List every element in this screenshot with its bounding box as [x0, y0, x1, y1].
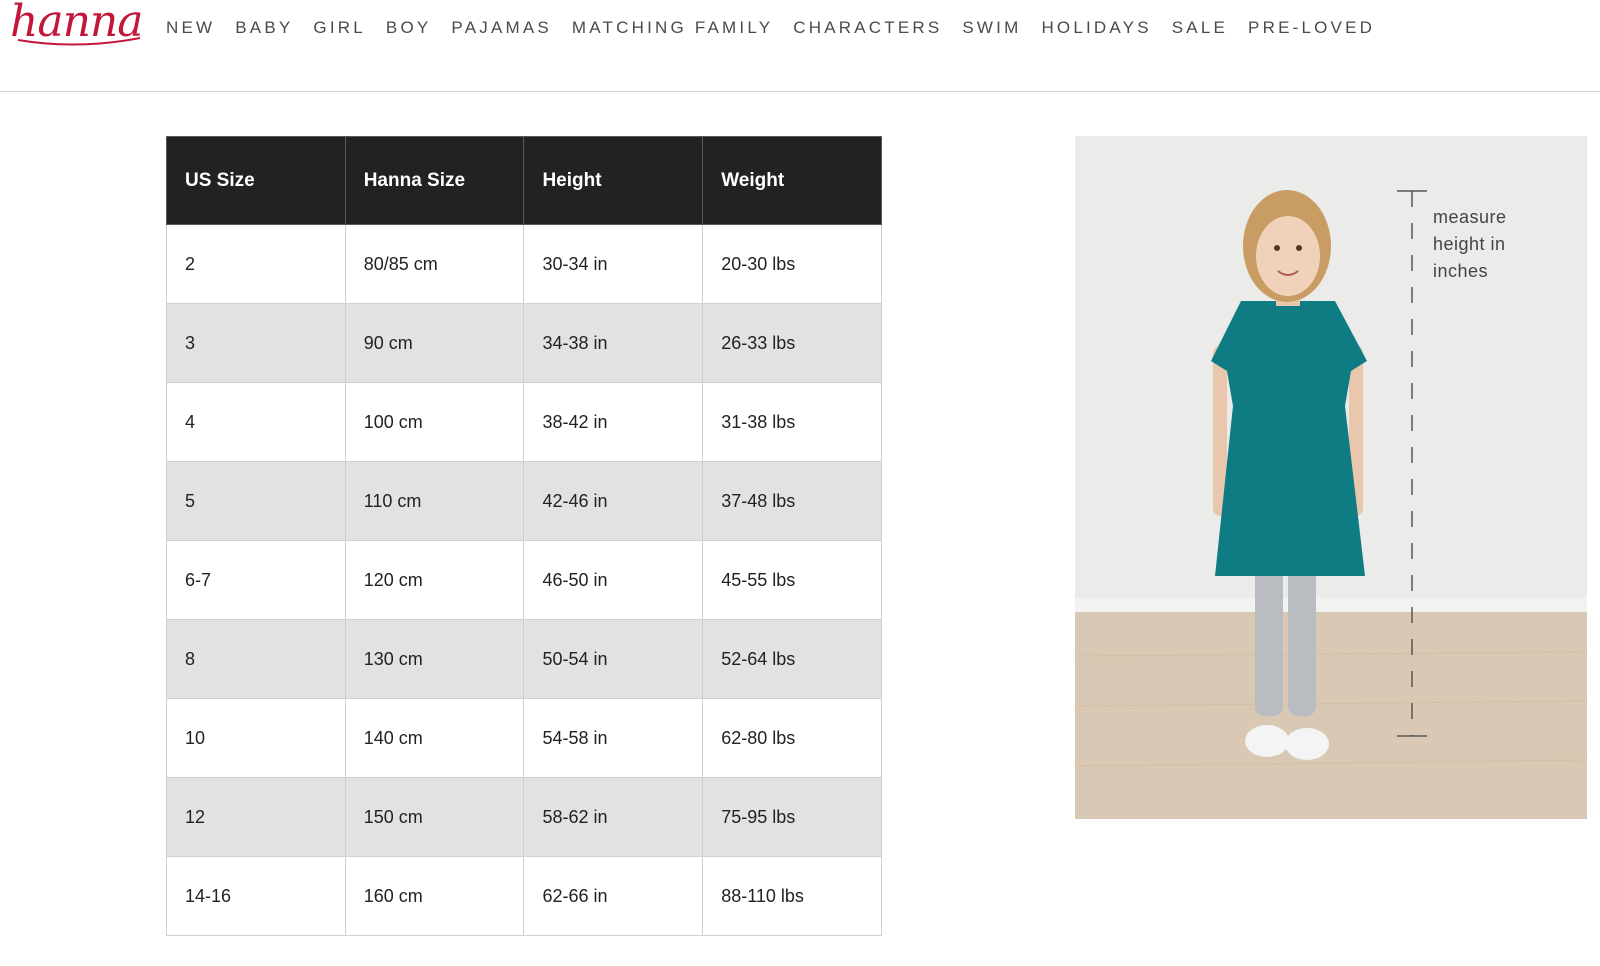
hanna-size-cell: 100 cm — [344, 382, 525, 462]
main-nav: NEW BABY GIRL BOY PAJAMAS MATCHING FAMILY CHAR… — [166, 18, 1395, 38]
measure-height-caption: measure height in inches — [1433, 207, 1507, 281]
us-size-cell: 14-16 — [166, 856, 346, 936]
hanna-size-cell: 110 cm — [344, 461, 525, 541]
height-cell: 50-54 in — [523, 619, 704, 699]
height-cell: 38-42 in — [523, 382, 704, 462]
nav-item-new[interactable]: NEW — [166, 18, 215, 38]
header-hanna-size: Hanna Size — [344, 136, 525, 225]
nav-item-pre-loved[interactable]: PRE-LOVED — [1248, 18, 1375, 38]
us-size-cell: 4 — [166, 382, 346, 462]
nav-item-pajamas[interactable]: PAJAMAS — [451, 18, 552, 38]
nav-item-characters[interactable]: CHARACTERS — [793, 18, 942, 38]
child-measurement-photo — [1075, 136, 1587, 819]
weight-cell: 75-95 lbs — [702, 777, 882, 857]
hanna-size-cell: 90 cm — [344, 303, 525, 383]
table-row: 2 80/85 cm 30-34 in 20-30 lbs — [166, 224, 882, 304]
table-row: 12 150 cm 58-62 in 75-95 lbs — [166, 777, 882, 857]
nav-item-girl[interactable]: GIRL — [313, 18, 365, 38]
us-size-cell: 10 — [166, 698, 346, 778]
header-height: Height — [523, 136, 704, 225]
us-size-cell: 5 — [166, 461, 346, 541]
hanna-size-cell: 150 cm — [344, 777, 525, 857]
table-row: 5 110 cm 42-46 in 37-48 lbs — [166, 461, 882, 541]
weight-cell: 45-55 lbs — [702, 540, 882, 620]
hanna-size-cell: 120 cm — [344, 540, 525, 620]
nav-item-boy[interactable]: BOY — [386, 18, 432, 38]
weight-cell: 26-33 lbs — [702, 303, 882, 383]
table-row: 4 100 cm 38-42 in 31-38 lbs — [166, 382, 882, 462]
hanna-size-cell: 130 cm — [344, 619, 525, 699]
height-cell: 46-50 in — [523, 540, 704, 620]
nav-item-matching-family[interactable]: MATCHING FAMILY — [572, 18, 773, 38]
height-cell: 30-34 in — [523, 224, 704, 304]
header-us-size: US Size — [166, 136, 346, 225]
nav-item-baby[interactable]: BABY — [235, 18, 293, 38]
height-cell: 42-46 in — [523, 461, 704, 541]
height-cell: 62-66 in — [523, 856, 704, 936]
height-cell: 34-38 in — [523, 303, 704, 383]
table-row: 14-16 160 cm 62-66 in 88-110 lbs — [166, 856, 882, 936]
table-row: 6-7 120 cm 46-50 in 45-55 lbs — [166, 540, 882, 620]
weight-cell: 88-110 lbs — [702, 856, 882, 936]
table-row: 10 140 cm 54-58 in 62-80 lbs — [166, 698, 882, 778]
site-header: hanna NEW BABY GIRL BOY PAJAMAS MATCHING FAMI… — [0, 0, 1600, 92]
table-row: 3 90 cm 34-38 in 26-33 lbs — [166, 303, 882, 383]
us-size-cell: 12 — [166, 777, 346, 857]
weight-cell: 52-64 lbs — [702, 619, 882, 699]
weight-cell: 62-80 lbs — [702, 698, 882, 778]
header-weight: Weight — [702, 136, 882, 225]
table-header-row: US Size Hanna Size Height Weight — [166, 136, 882, 225]
us-size-cell: 2 — [166, 224, 346, 304]
hanna-size-cell: 160 cm — [344, 856, 525, 936]
weight-cell: 31-38 lbs — [702, 382, 882, 462]
height-cell: 58-62 in — [523, 777, 704, 857]
nav-item-holidays[interactable]: HOLIDAYS — [1041, 18, 1151, 38]
us-size-cell: 3 — [166, 303, 346, 383]
nav-item-swim[interactable]: SWIM — [962, 18, 1021, 38]
us-size-cell: 8 — [166, 619, 346, 699]
hanna-size-cell: 140 cm — [344, 698, 525, 778]
table-row: 8 130 cm 50-54 in 52-64 lbs — [166, 619, 882, 699]
hanna-size-cell: 80/85 cm — [344, 224, 525, 304]
us-size-cell: 6-7 — [166, 540, 346, 620]
height-cell: 54-58 in — [523, 698, 704, 778]
size-chart-table: US Size Hanna Size Height Weight 2 80/85 … — [166, 136, 882, 936]
nav-item-sale[interactable]: SALE — [1172, 18, 1228, 38]
hanna-logo[interactable]: hanna — [8, 0, 143, 53]
weight-cell: 37-48 lbs — [702, 461, 882, 541]
weight-cell: 20-30 lbs — [702, 224, 882, 304]
